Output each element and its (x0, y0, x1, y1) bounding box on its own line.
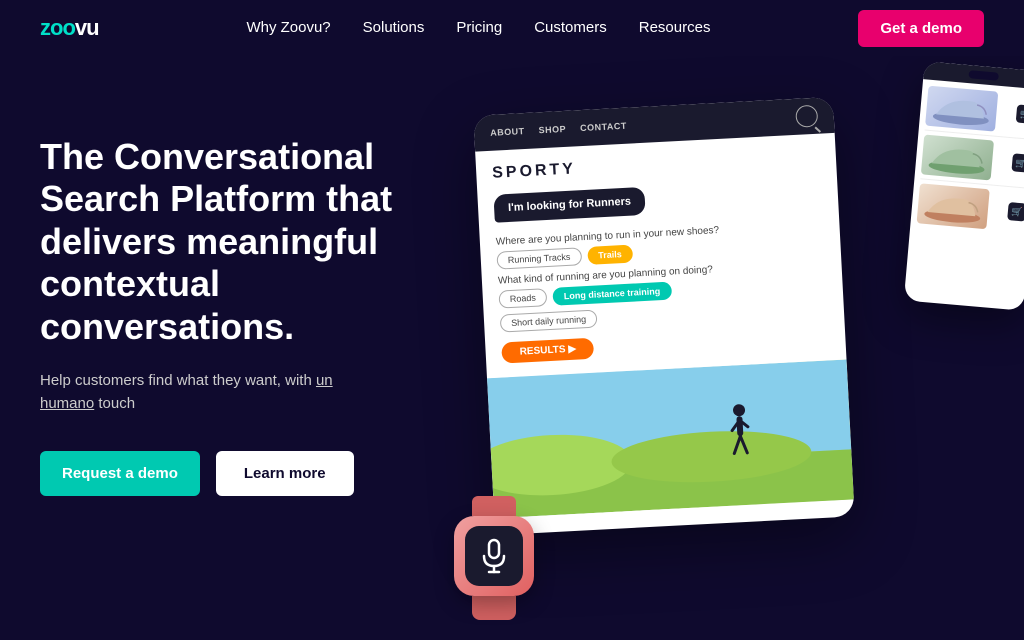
hero-subtitle: Help customers find what they want, with… (40, 370, 380, 415)
hero-content: The Conversational Search Platform that … (40, 116, 480, 640)
phone-product-2: 🛒 (920, 134, 1024, 188)
tablet-nav-about: ABOUT (490, 126, 525, 138)
phone-product-1: 🛒 (925, 86, 1024, 140)
nav-item-resources[interactable]: Resources (639, 19, 711, 37)
tablet-content: SPORTY I'm looking for Runners Where are… (475, 133, 846, 379)
tablet-nav-contact: CONTACT (580, 121, 627, 133)
chip-long-distance: Long distance training (552, 282, 671, 306)
sporty-brand: SPORTY (492, 148, 820, 183)
chip-running-tracks: Running Tracks (496, 247, 581, 269)
phone-notch-dot (968, 70, 999, 81)
mic-svg (480, 538, 508, 574)
watch-band-top (472, 496, 516, 516)
navbar: zoovu Why Zoovu? Solutions Pricing Custo… (0, 0, 1024, 56)
nav-item-customers[interactable]: Customers (534, 19, 607, 37)
tablet-runner-image (487, 360, 854, 519)
request-demo-button[interactable]: Request a demo (40, 451, 200, 496)
phone-shoe-image-1 (925, 86, 998, 132)
phone-shoe-image-3 (917, 183, 990, 229)
chat-header: I'm looking for Runners (493, 187, 645, 223)
phone-product-3: 🛒 (916, 183, 1024, 236)
hero-buttons: Request a demo Learn more (40, 451, 480, 496)
shoe-svg-2 (921, 134, 994, 180)
phone-shoe-image-2 (921, 134, 994, 180)
nav-links: Why Zoovu? Solutions Pricing Customers R… (246, 19, 710, 37)
hero-title: The Conversational Search Platform that … (40, 136, 420, 348)
smartwatch-device (444, 496, 544, 616)
tablet-search-icon (795, 105, 818, 128)
shoe-svg-1 (925, 86, 998, 132)
watch-screen (465, 526, 523, 586)
get-demo-button[interactable]: Get a demo (858, 10, 984, 47)
hero-devices: ABOUT SHOP CONTACT SPORTY I'm looking fo… (404, 56, 1024, 640)
watch-band-bottom (472, 596, 516, 620)
learn-more-button[interactable]: Learn more (216, 451, 354, 496)
nav-item-pricing[interactable]: Pricing (456, 19, 502, 37)
chip-roads: Roads (498, 288, 547, 308)
watch-body (454, 516, 534, 596)
results-button[interactable]: RESULTS ▶ (501, 338, 594, 364)
runner-svg (487, 360, 854, 519)
phone-cart-icon-1[interactable]: 🛒 (1016, 104, 1024, 124)
phone-cart-icon-3[interactable]: 🛒 (1007, 202, 1024, 222)
chip-trails: Trails (587, 245, 633, 265)
chip-short-daily: Short daily running (500, 310, 598, 333)
nav-item-solutions[interactable]: Solutions (363, 19, 425, 37)
tablet-nav-shop: SHOP (538, 124, 566, 135)
phone-content: 🛒 🛒 (910, 79, 1024, 243)
phone-cart-icon-2[interactable]: 🛒 (1011, 153, 1024, 173)
smartphone-device: 🛒 🛒 (904, 61, 1024, 311)
shoe-svg-3 (917, 183, 990, 229)
nav-item-why-zoovu[interactable]: Why Zoovu? (246, 19, 330, 37)
tablet-device: ABOUT SHOP CONTACT SPORTY I'm looking fo… (473, 97, 854, 535)
logo[interactable]: zoovu (40, 15, 99, 41)
hero-section: The Conversational Search Platform that … (0, 56, 1024, 640)
tablet-nav-links: ABOUT SHOP CONTACT (490, 121, 627, 138)
